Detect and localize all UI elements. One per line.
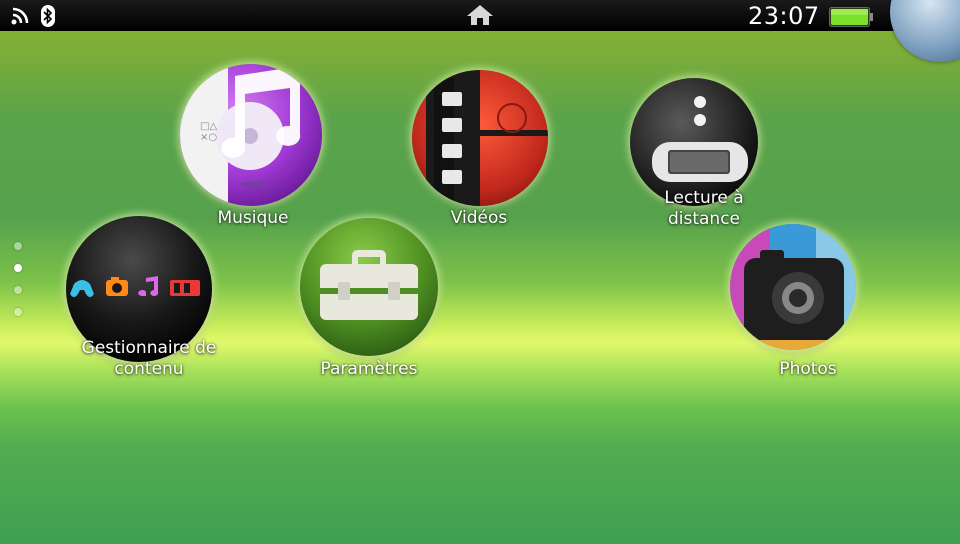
app-bubble-remote-play[interactable]	[630, 78, 758, 206]
app-label-content-manager-line1: Gestionnaire de	[81, 338, 217, 358]
app-label-videos: Vidéos	[450, 208, 508, 228]
app-label-remote-play: Lecture à distance	[640, 188, 768, 230]
home-icon[interactable]	[466, 4, 494, 30]
svg-text:□△: □△	[200, 121, 217, 132]
battery-icon	[829, 7, 873, 31]
app-label-content-manager: Gestionnaire de contenu	[64, 338, 234, 380]
app-label-remote-play-line2: distance	[667, 209, 741, 229]
music-note-icon: □△ ×○	[180, 64, 322, 206]
app-label-content-manager-line2: contenu	[114, 359, 184, 379]
film-strip-icon	[412, 70, 548, 206]
clock: 23:07	[748, 2, 820, 30]
app-bubble-music[interactable]: □△ ×○	[180, 64, 322, 206]
page-dot[interactable]	[14, 286, 22, 294]
app-label-settings: Paramètres	[320, 359, 418, 379]
page-dot[interactable]	[14, 242, 22, 250]
wifi-icon	[11, 5, 33, 29]
corner-peel-bubble[interactable]	[890, 0, 960, 62]
app-bubble-videos[interactable]	[412, 70, 548, 206]
status-bar: 23:07	[0, 0, 960, 31]
page-dot[interactable]	[14, 308, 22, 316]
svg-text:×○: ×○	[200, 132, 217, 143]
bluetooth-icon	[40, 5, 56, 31]
page-dot-active[interactable]	[14, 264, 22, 272]
app-label-music: Musique	[217, 208, 289, 228]
toolbox-icon	[300, 218, 438, 356]
app-bubble-photos[interactable]	[730, 224, 856, 350]
app-bubble-settings[interactable]	[300, 218, 438, 356]
handheld-console-icon	[630, 78, 758, 206]
app-label-photos: Photos	[779, 359, 837, 379]
page-indicator	[14, 242, 22, 330]
camera-icon	[730, 224, 856, 350]
app-label-remote-play-line1: Lecture à	[664, 188, 744, 208]
